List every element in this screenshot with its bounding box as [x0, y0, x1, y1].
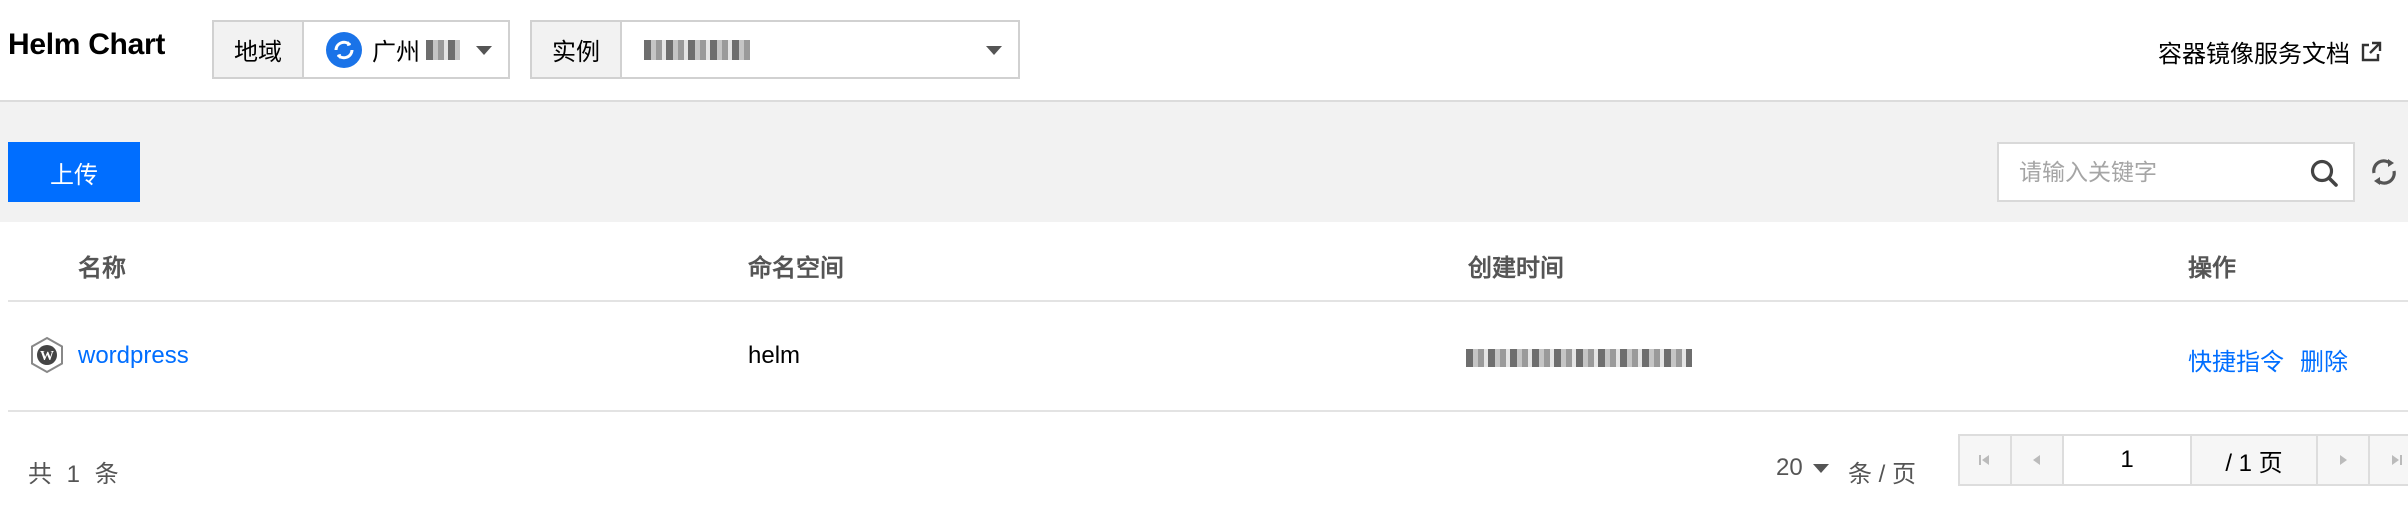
- per-page-label: 条 / 页: [1848, 461, 1917, 488]
- helm-chart-table: 名称 命名空间 创建时间 操作 W wordpress helm 快捷指令 删除…: [8, 222, 2408, 518]
- doc-link-label: 容器镜像服务文档: [2158, 41, 2350, 68]
- instance-label: 实例: [532, 22, 622, 77]
- wordpress-icon: W: [31, 336, 63, 374]
- external-link-icon: [2361, 41, 2382, 61]
- column-header-namespace: 命名空间: [748, 255, 844, 282]
- chevron-down-icon: [1812, 463, 1829, 473]
- prev-page-icon: [2033, 455, 2040, 465]
- instance-dropdown[interactable]: [622, 22, 1018, 77]
- redacted-timestamp: [1466, 349, 1692, 367]
- pagination-bar: 共 1 条 20 条 / 页 / 1 页: [8, 414, 2408, 514]
- redacted-region-detail: [426, 39, 460, 60]
- page-size-value: 20: [1776, 454, 1803, 481]
- region-label: 地域: [214, 22, 304, 77]
- next-page-button[interactable]: [2318, 436, 2370, 484]
- table-row: W wordpress helm 快捷指令 删除: [8, 302, 2408, 412]
- chevron-down-icon: [986, 46, 1002, 55]
- region-selector[interactable]: 地域 广州: [212, 20, 510, 79]
- redacted-instance-name: [644, 39, 750, 60]
- total-pages: / 1 页: [2192, 436, 2318, 484]
- last-page-button[interactable]: [2370, 436, 2408, 484]
- created-time-cell: [1466, 346, 1692, 374]
- toolbar: 上传: [0, 102, 2408, 222]
- page-size-select[interactable]: 20: [1776, 454, 1829, 482]
- region-dropdown[interactable]: 广州: [304, 22, 508, 77]
- doc-link[interactable]: 容器镜像服务文档: [2158, 34, 2382, 69]
- prev-page-button[interactable]: [2012, 436, 2064, 484]
- column-header-name: 名称: [78, 255, 126, 282]
- chevron-down-icon: [476, 46, 492, 55]
- next-page-icon: [2340, 455, 2347, 465]
- page-title: Helm Chart: [8, 28, 166, 61]
- first-page-button[interactable]: [1960, 436, 2012, 484]
- upload-button[interactable]: 上传: [8, 142, 140, 202]
- globe-icon: [326, 31, 362, 68]
- table-header: 名称 命名空间 创建时间 操作: [8, 222, 2408, 302]
- delete-link[interactable]: 删除: [2300, 342, 2348, 377]
- search-input[interactable]: [1999, 144, 2289, 200]
- search-icon[interactable]: [2309, 158, 2339, 188]
- first-page-icon: [1979, 455, 1989, 465]
- region-value: 广州: [372, 39, 420, 66]
- column-header-actions: 操作: [2188, 255, 2236, 282]
- pager: / 1 页: [1958, 434, 2408, 486]
- column-header-created: 创建时间: [1468, 255, 1564, 282]
- refresh-icon[interactable]: [2368, 156, 2400, 188]
- page-number-input[interactable]: [2064, 436, 2192, 484]
- total-count: 共 1 条: [28, 461, 119, 488]
- top-header: Helm Chart 地域 广州 实例 容器镜像服务文档: [0, 0, 2408, 102]
- instance-selector[interactable]: 实例: [530, 20, 1020, 79]
- svg-text:W: W: [40, 349, 54, 364]
- chart-name-link[interactable]: wordpress: [78, 342, 189, 370]
- last-page-icon: [2392, 455, 2402, 465]
- quick-command-link[interactable]: 快捷指令: [2188, 342, 2284, 377]
- search-box[interactable]: [1997, 142, 2355, 202]
- namespace-cell: helm: [748, 342, 801, 369]
